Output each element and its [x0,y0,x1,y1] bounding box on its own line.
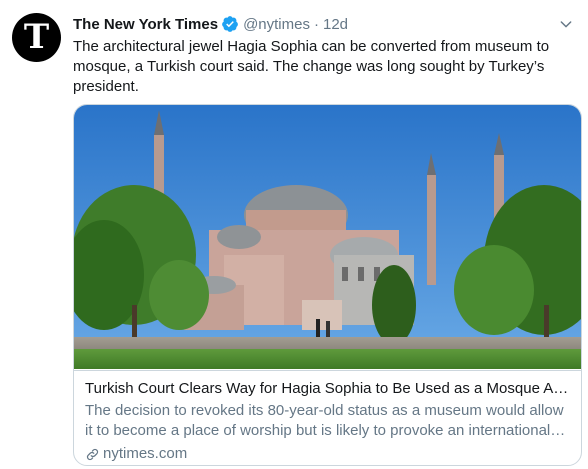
separator-dot: · [313,15,319,33]
display-name[interactable]: The New York Times [73,16,218,33]
card-body[interactable]: Turkish Court Clears Way for Hagia Sophi… [74,370,581,464]
chevron-down-icon[interactable] [558,16,574,32]
link-icon [86,448,99,460]
verified-badge-icon [222,16,238,32]
hagia-sophia-photo [74,105,581,369]
timestamp[interactable]: 12d [323,16,348,33]
link-card[interactable]: Turkish Court Clears Way for Hagia Sophi… [73,104,582,466]
tweet-header: The New York Times @nytimes · 12d [73,13,348,35]
card-title[interactable]: Turkish Court Clears Way for Hagia Sophi… [85,379,570,399]
card-description: The decision to revoked its 80-year-old … [85,402,564,439]
avatar[interactable]: T [12,13,61,62]
tweet[interactable]: T The New York Times @nytimes · 12d The … [0,0,588,469]
tweet-text: The architectural jewel Hagia Sophia can… [73,38,550,95]
card-domain-text: nytimes.com [103,445,188,462]
nyt-logo-glyph: T [23,16,50,57]
handle[interactable]: @nytimes [243,16,310,33]
card-domain[interactable]: nytimes.com [85,444,570,464]
